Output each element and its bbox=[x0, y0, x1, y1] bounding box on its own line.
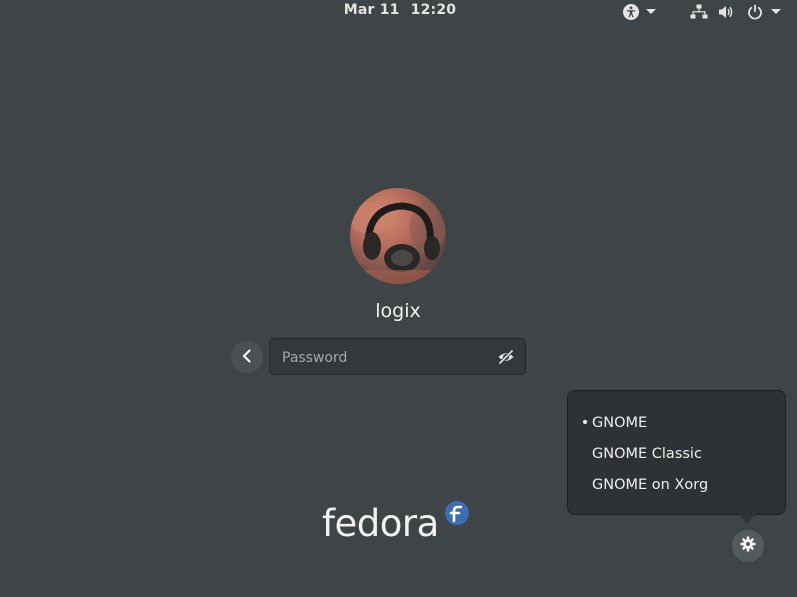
fedora-logo: fedora bbox=[320, 500, 480, 552]
eye-slash-icon bbox=[497, 349, 515, 370]
volume-icon bbox=[718, 4, 735, 20]
network-wired-icon bbox=[690, 3, 708, 21]
session-menu-pointer bbox=[738, 514, 756, 523]
headphones-photo-icon bbox=[350, 202, 446, 284]
accessibility-icon bbox=[622, 3, 640, 21]
top-bar: Mar 11 12:20 bbox=[0, 0, 797, 24]
clock[interactable]: Mar 11 12:20 bbox=[330, 2, 470, 18]
clock-time: 12:20 bbox=[410, 2, 457, 18]
chevron-down-icon bbox=[771, 9, 781, 15]
password-input[interactable] bbox=[280, 339, 494, 376]
selected-bullet: • bbox=[580, 415, 590, 431]
back-button[interactable] bbox=[231, 341, 263, 373]
fedora-wordmark: fedora bbox=[322, 502, 439, 545]
username-label: logix bbox=[375, 300, 421, 322]
password-field bbox=[269, 338, 526, 376]
gear-icon bbox=[740, 536, 756, 556]
accessibility-menu-button[interactable] bbox=[622, 2, 656, 22]
clock-date: Mar 11 bbox=[343, 2, 400, 18]
session-item-label: GNOME Classic bbox=[592, 446, 702, 462]
reveal-password-button[interactable] bbox=[497, 348, 515, 366]
session-settings-button[interactable] bbox=[732, 530, 764, 562]
session-item-gnome[interactable]: • GNOME bbox=[568, 409, 785, 437]
session-item-label: GNOME bbox=[592, 415, 648, 431]
user-avatar bbox=[350, 188, 446, 284]
session-menu: • GNOME GNOME Classic GNOME on Xorg bbox=[567, 390, 786, 515]
power-icon bbox=[747, 4, 763, 20]
fedora-infinity-f-icon bbox=[444, 500, 470, 526]
login-screen: Mar 11 12:20 logix • GNOME GNOME Classic… bbox=[0, 0, 797, 597]
session-item-gnome-on-xorg[interactable]: GNOME on Xorg bbox=[568, 471, 785, 499]
system-menu-button[interactable] bbox=[690, 2, 781, 22]
session-item-label: GNOME on Xorg bbox=[592, 477, 709, 493]
chevron-down-icon bbox=[646, 9, 656, 15]
session-item-gnome-classic[interactable]: GNOME Classic bbox=[568, 440, 785, 468]
chevron-left-icon bbox=[241, 348, 253, 367]
